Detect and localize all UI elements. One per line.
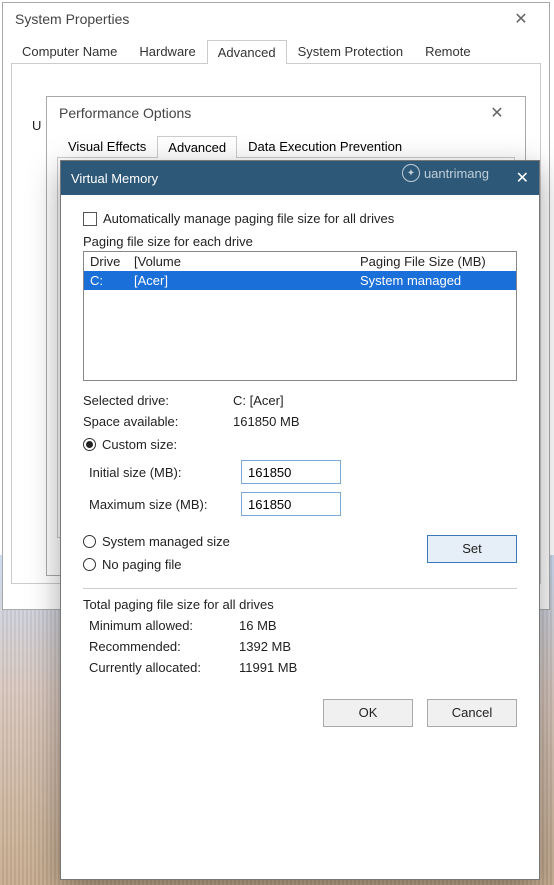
no-paging-label: No paging file [102, 557, 182, 572]
set-button[interactable]: Set [427, 535, 517, 563]
radio-system-managed[interactable]: System managed size [83, 534, 230, 549]
lightbulb-icon: ✦ [402, 164, 420, 182]
tab-dep[interactable]: Data Execution Prevention [237, 135, 413, 157]
label-fragment: U [32, 118, 41, 133]
vm-ok-button[interactable]: OK [323, 699, 413, 727]
watermark: ✦ uantrimang [402, 164, 489, 182]
recommended-value: 1392 MB [239, 639, 291, 654]
perfopts-title: Performance Options [55, 105, 477, 121]
current-value: 11991 MB [239, 660, 297, 675]
row-size: System managed [360, 273, 510, 288]
auto-manage-checkbox[interactable]: Automatically manage paging file size fo… [83, 211, 517, 226]
drive-list-header: Drive [Volume Paging File Size (MB) [84, 252, 516, 271]
divider [83, 588, 517, 589]
auto-manage-label: Automatically manage paging file size fo… [103, 211, 394, 226]
tab-remote[interactable]: Remote [414, 39, 482, 63]
col-drive: Drive [90, 254, 134, 269]
radio-icon [83, 535, 96, 548]
minimum-label: Minimum allowed: [89, 618, 239, 633]
maximum-size-input[interactable] [241, 492, 341, 516]
virtual-memory-dialog: Virtual Memory ✦ uantrimang ✕ Automatica… [60, 160, 540, 880]
vm-titlebar: Virtual Memory ✦ uantrimang ✕ [61, 161, 539, 195]
row-drive: C: [90, 273, 134, 288]
col-size: Paging File Size (MB) [360, 254, 510, 269]
tab-perf-advanced[interactable]: Advanced [157, 136, 237, 158]
space-available-value: 161850 MB [233, 414, 300, 429]
tab-visual-effects[interactable]: Visual Effects [57, 135, 157, 157]
initial-size-label: Initial size (MB): [89, 465, 229, 480]
drive-list[interactable]: Drive [Volume Paging File Size (MB) C: [… [83, 251, 517, 381]
close-icon[interactable]: ✕ [477, 103, 517, 123]
paging-group-label: Paging file size for each drive [83, 234, 517, 249]
perfopts-titlebar: Performance Options ✕ [47, 97, 525, 129]
radio-icon [83, 558, 96, 571]
drive-row[interactable]: C: [Acer] System managed [84, 271, 516, 290]
col-volume: [Volume [134, 254, 360, 269]
radio-no-paging[interactable]: No paging file [83, 557, 230, 572]
current-label: Currently allocated: [89, 660, 239, 675]
close-icon[interactable]: ✕ [509, 168, 529, 188]
initial-size-input[interactable] [241, 460, 341, 484]
perfopts-tabs: Visual Effects Advanced Data Execution P… [57, 135, 515, 158]
system-managed-label: System managed size [102, 534, 230, 549]
minimum-value: 16 MB [239, 618, 277, 633]
checkbox-icon [83, 212, 97, 226]
watermark-text: uantrimang [424, 166, 489, 181]
totals-label: Total paging file size for all drives [83, 597, 517, 612]
sysprops-titlebar: System Properties ✕ [3, 3, 549, 35]
sysprops-title: System Properties [11, 11, 501, 27]
close-icon[interactable]: ✕ [501, 9, 541, 29]
tab-advanced[interactable]: Advanced [207, 40, 287, 64]
sysprops-tabs: Computer Name Hardware Advanced System P… [11, 39, 541, 64]
space-available-label: Space available: [83, 414, 233, 429]
tab-hardware[interactable]: Hardware [128, 39, 206, 63]
radio-custom-size[interactable]: Custom size: [83, 437, 517, 452]
tab-computer-name[interactable]: Computer Name [11, 39, 128, 63]
custom-size-label: Custom size: [102, 437, 177, 452]
row-volume: [Acer] [134, 273, 360, 288]
tab-system-protection[interactable]: System Protection [287, 39, 415, 63]
recommended-label: Recommended: [89, 639, 239, 654]
radio-icon [83, 438, 96, 451]
selected-drive-label: Selected drive: [83, 393, 233, 408]
vm-cancel-button[interactable]: Cancel [427, 699, 517, 727]
selected-drive-value: C: [Acer] [233, 393, 284, 408]
maximum-size-label: Maximum size (MB): [89, 497, 229, 512]
